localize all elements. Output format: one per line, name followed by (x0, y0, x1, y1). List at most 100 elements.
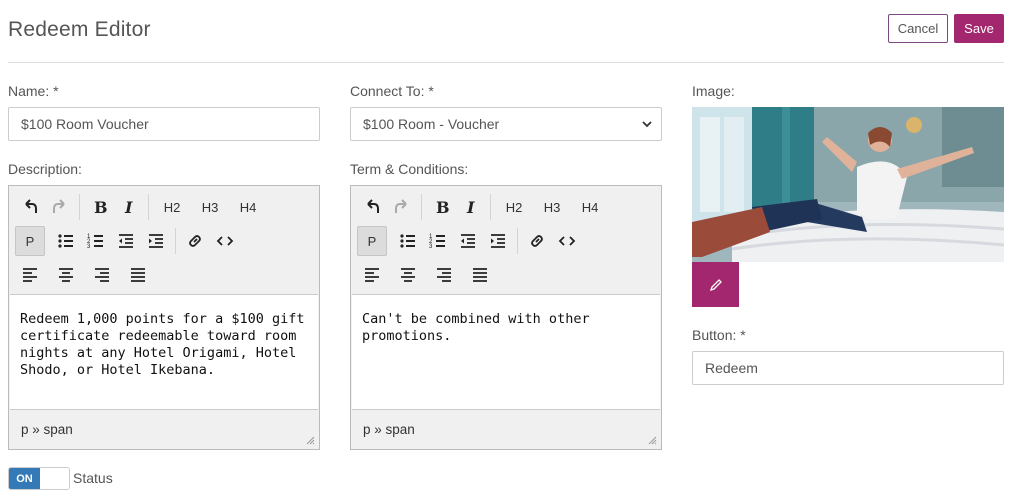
name-input[interactable]: $100 Room Voucher (8, 107, 320, 141)
edit-image-button[interactable] (692, 262, 739, 307)
indent-icon (491, 234, 505, 248)
h3-button[interactable]: H3 (191, 192, 229, 222)
numbered-list-button[interactable]: 123 (423, 226, 453, 256)
link-button[interactable] (522, 226, 552, 256)
align-justify-icon (131, 268, 145, 282)
h3-button[interactable]: H3 (533, 192, 571, 222)
outdent-button[interactable] (111, 226, 141, 256)
connect-to-value: $100 Room - Voucher (363, 116, 500, 132)
toolbar-separator (421, 194, 422, 220)
outdent-icon (461, 234, 475, 248)
align-left-icon (365, 268, 379, 282)
bullet-list-button[interactable] (393, 226, 423, 256)
svg-text:3: 3 (429, 244, 433, 250)
source-code-button[interactable] (552, 226, 582, 256)
undo-icon (25, 199, 37, 213)
svg-text:I: I (124, 198, 133, 216)
status-toggle[interactable]: ON (8, 467, 70, 490)
terms-content[interactable]: Can't be combined with other promotions. (352, 294, 660, 410)
editor-statusbar: p » span (21, 422, 73, 437)
chevron-down-icon (642, 121, 652, 128)
resize-grip-icon[interactable] (306, 436, 315, 445)
code-icon (216, 236, 234, 246)
bold-button[interactable]: B (426, 192, 456, 222)
numbered-list-icon: 123 (429, 234, 445, 250)
description-content[interactable]: Redeem 1,000 points for a $100 gift cert… (10, 294, 318, 410)
redo-icon (53, 199, 65, 213)
indent-button[interactable] (483, 226, 513, 256)
paragraph-button[interactable]: P (357, 226, 387, 256)
align-left-button[interactable] (357, 260, 387, 290)
numbered-list-icon: 123 (87, 234, 103, 250)
align-justify-button[interactable] (465, 260, 495, 290)
redo-button[interactable] (387, 192, 417, 222)
paragraph-button[interactable]: P (15, 226, 45, 256)
align-center-button[interactable] (393, 260, 423, 290)
outdent-button[interactable] (453, 226, 483, 256)
italic-button[interactable]: I (114, 192, 144, 222)
link-icon (531, 235, 543, 247)
align-left-button[interactable] (15, 260, 45, 290)
align-center-icon (401, 268, 415, 282)
connect-to-label: Connect To: * (350, 83, 434, 99)
editor-toolbar: B I H2 H3 H4 P 123 (351, 186, 661, 294)
numbered-list-button[interactable]: 123 (81, 226, 111, 256)
align-justify-button[interactable] (123, 260, 153, 290)
toolbar-separator (175, 228, 176, 254)
svg-text:B: B (436, 198, 450, 216)
undo-button[interactable] (15, 192, 45, 222)
page-title: Redeem Editor (8, 18, 151, 41)
description-label: Description: (8, 161, 82, 177)
toggle-handle (40, 468, 69, 489)
undo-button[interactable] (357, 192, 387, 222)
bullet-list-icon (58, 234, 73, 248)
code-icon (558, 236, 576, 246)
link-button[interactable] (180, 226, 210, 256)
status-label: Status (73, 470, 113, 486)
h4-button[interactable]: H4 (571, 192, 609, 222)
toggle-on-label: ON (9, 468, 40, 489)
terms-editor: B I H2 H3 H4 P 123 Can't be combined wit… (350, 185, 662, 450)
description-editor: B I H2 H3 H4 P 123 Redeem 1,000 points f… (8, 185, 320, 450)
pencil-icon (709, 278, 722, 291)
align-left-icon (23, 268, 37, 282)
italic-icon: I (466, 198, 475, 216)
svg-text:B: B (94, 198, 108, 216)
resize-grip-icon[interactable] (648, 436, 657, 445)
name-label: Name: * (8, 83, 59, 99)
undo-icon (367, 199, 379, 213)
h2-button[interactable]: H2 (495, 192, 533, 222)
align-center-icon (59, 268, 73, 282)
italic-icon: I (124, 198, 133, 216)
indent-icon (149, 234, 163, 248)
align-center-button[interactable] (51, 260, 81, 290)
align-right-button[interactable] (87, 260, 117, 290)
h4-button[interactable]: H4 (229, 192, 267, 222)
toolbar-separator (490, 194, 491, 220)
bullet-list-button[interactable] (51, 226, 81, 256)
header-divider (8, 62, 1004, 63)
h2-button[interactable]: H2 (153, 192, 191, 222)
link-icon (189, 235, 201, 247)
connect-to-select[interactable]: $100 Room - Voucher (350, 107, 662, 141)
align-justify-icon (473, 268, 487, 282)
bullet-list-icon (400, 234, 415, 248)
editor-statusbar: p » span (363, 422, 415, 437)
align-right-icon (437, 268, 451, 282)
terms-label: Term & Conditions: (350, 161, 469, 177)
align-right-icon (95, 268, 109, 282)
bold-button[interactable]: B (84, 192, 114, 222)
source-code-button[interactable] (210, 226, 240, 256)
redo-icon (395, 199, 407, 213)
voucher-image (692, 107, 1004, 262)
svg-text:3: 3 (87, 244, 91, 250)
indent-button[interactable] (141, 226, 171, 256)
redo-button[interactable] (45, 192, 75, 222)
button-text-input[interactable]: Redeem (692, 351, 1004, 385)
outdent-icon (119, 234, 133, 248)
align-right-button[interactable] (429, 260, 459, 290)
save-button[interactable]: Save (954, 14, 1004, 43)
toolbar-separator (79, 194, 80, 220)
italic-button[interactable]: I (456, 192, 486, 222)
cancel-button[interactable]: Cancel (888, 14, 948, 43)
